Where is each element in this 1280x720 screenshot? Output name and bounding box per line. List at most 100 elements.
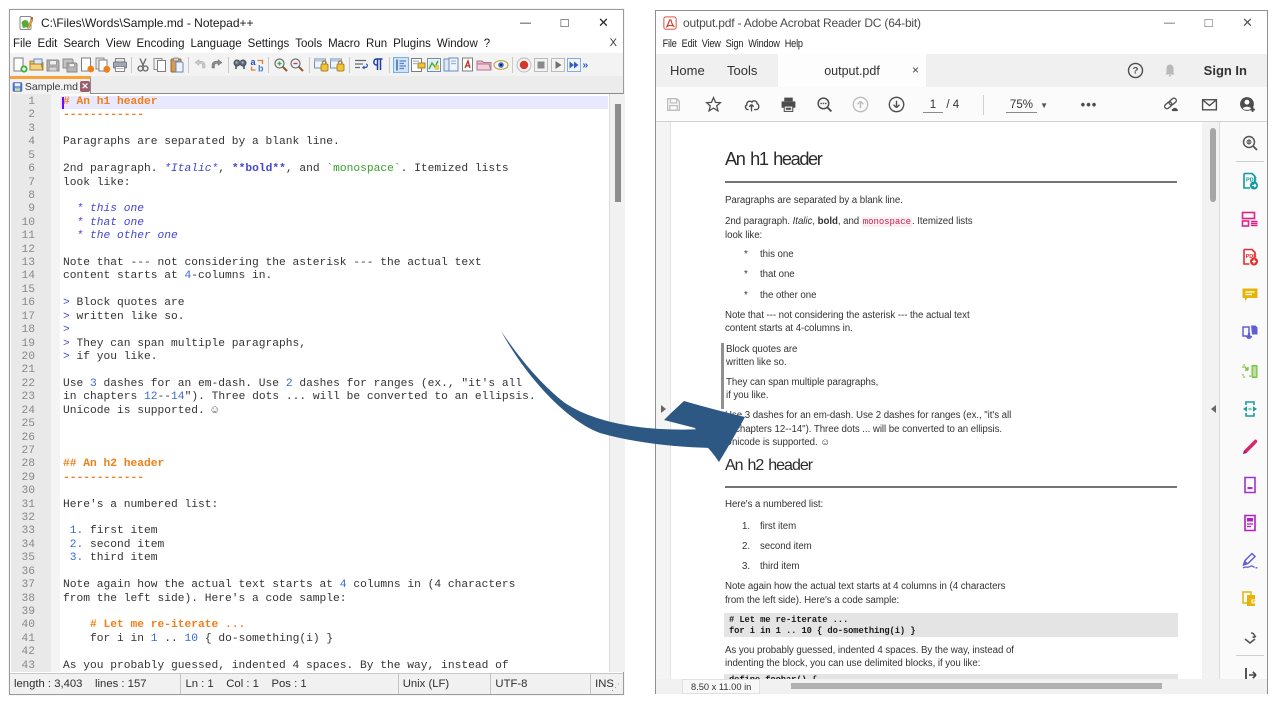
acrobat-titlebar[interactable]: output.pdf - Adobe Acrobat Reader DC (64…: [656, 11, 1267, 34]
menu-macro[interactable]: Macro: [325, 38, 363, 50]
scan-ocr-icon[interactable]: [1241, 362, 1259, 380]
redact-icon[interactable]: [1241, 476, 1259, 494]
menu-view[interactable]: View: [699, 38, 723, 50]
paste-icon[interactable]: [169, 57, 185, 73]
search-icon[interactable]: [816, 87, 833, 122]
view-eye-icon[interactable]: [493, 57, 509, 73]
save-all-icon[interactable]: [62, 57, 78, 73]
tab-close-icon[interactable]: ✕: [80, 81, 90, 92]
horizontal-scrollbar-thumb[interactable]: [791, 683, 1162, 689]
maximize-button[interactable]: □: [1189, 11, 1228, 34]
menu-help[interactable]: ?: [481, 38, 493, 50]
favorite-star-icon[interactable]: [704, 87, 723, 122]
more-tools-icon[interactable]: [1241, 628, 1259, 646]
save-icon[interactable]: [665, 87, 682, 122]
find-icon[interactable]: [232, 57, 248, 73]
new-file-icon[interactable]: [12, 57, 28, 73]
minimize-button[interactable]: —: [1150, 11, 1189, 34]
next-page-icon[interactable]: [888, 87, 905, 122]
share-link-icon[interactable]: [1161, 87, 1180, 122]
menu-edit[interactable]: Edit: [679, 38, 699, 50]
comment-icon[interactable]: [1241, 286, 1259, 304]
export-pdf-icon[interactable]: PDF: [1241, 172, 1259, 190]
page-number-indicator[interactable]: 1 / 4: [918, 87, 964, 122]
menu-tools[interactable]: Tools: [292, 38, 325, 50]
create-pdf-icon[interactable]: PDF: [1241, 248, 1259, 266]
notepadpp-titlebar[interactable]: C:\Files\Words\Sample.md - Notepad++ — □…: [10, 10, 623, 35]
menu-encoding[interactable]: Encoding: [134, 38, 188, 50]
search-zoom-icon[interactable]: [1241, 134, 1259, 152]
zoom-dropdown-caret[interactable]: ▼: [1040, 101, 1048, 110]
page-number-input[interactable]: 1: [923, 99, 943, 113]
organize-pages-icon[interactable]: [1241, 210, 1259, 228]
sync-scroll-h-icon[interactable]: [329, 57, 345, 73]
fill-sign-icon[interactable]: [1241, 438, 1259, 456]
word-wrap-icon[interactable]: [353, 57, 369, 73]
menu-file[interactable]: File: [660, 38, 679, 50]
menu-language[interactable]: Language: [187, 38, 244, 50]
macro-run-multiple-icon[interactable]: [566, 57, 582, 73]
combine-files-icon[interactable]: [1241, 324, 1259, 342]
close-file-icon[interactable]: [79, 57, 95, 73]
copy-icon[interactable]: [152, 57, 168, 73]
tab-output-pdf[interactable]: output.pdf ×: [778, 54, 926, 87]
menu-close-document[interactable]: X: [610, 37, 617, 49]
menu-window[interactable]: Window: [746, 38, 782, 50]
email-icon[interactable]: [1201, 87, 1218, 122]
previous-page-icon[interactable]: [852, 87, 869, 122]
menu-help[interactable]: Help: [782, 38, 805, 50]
scrollbar-thumb[interactable]: [615, 104, 621, 202]
toolbar-overflow-chevron[interactable]: »: [582, 59, 588, 71]
request-signatures-icon[interactable]: [1241, 552, 1259, 570]
show-symbols-icon[interactable]: [370, 57, 386, 73]
macro-record-icon[interactable]: [516, 57, 532, 73]
bell-icon[interactable]: [1162, 62, 1178, 79]
tab-home[interactable]: Home: [670, 54, 705, 87]
redo-icon[interactable]: [209, 57, 225, 73]
menu-file[interactable]: File: [10, 38, 35, 50]
tab-tools[interactable]: Tools: [727, 54, 757, 87]
macro-stop-icon[interactable]: [533, 57, 549, 73]
macro-play-icon[interactable]: [550, 57, 566, 73]
close-button[interactable]: ✕: [1228, 11, 1267, 34]
doc-map-icon[interactable]: [426, 57, 442, 73]
zoom-out-icon[interactable]: [289, 57, 305, 73]
indent-guide-icon[interactable]: [393, 57, 409, 73]
more-tools-ellipsis[interactable]: •••: [1074, 87, 1104, 122]
sign-in-button[interactable]: Sign In: [1204, 63, 1247, 78]
menu-view[interactable]: View: [103, 38, 134, 50]
maximize-button[interactable]: □: [545, 10, 584, 35]
resize-grip[interactable]: ⋰: [611, 682, 621, 692]
menu-plugins[interactable]: Plugins: [390, 38, 434, 50]
menu-window[interactable]: Window: [434, 38, 481, 50]
save-icon[interactable]: [45, 57, 61, 73]
compress-pdf-icon[interactable]: [1241, 400, 1259, 418]
open-tools-pane-icon[interactable]: [1241, 666, 1259, 679]
send-comments-icon[interactable]: [1241, 590, 1259, 608]
zoom-in-icon[interactable]: [273, 57, 289, 73]
close-button[interactable]: ✕: [584, 10, 623, 35]
tab-sample-md[interactable]: Sample.md ✕: [10, 76, 91, 94]
menu-settings[interactable]: Settings: [245, 38, 293, 50]
help-circle-icon[interactable]: ?: [1127, 62, 1144, 79]
doc-switcher-icon[interactable]: [443, 57, 459, 73]
doc-tab-close-icon[interactable]: ×: [912, 64, 919, 76]
minimize-button[interactable]: —: [506, 10, 545, 35]
open-folder-icon[interactable]: [29, 57, 45, 73]
menu-search[interactable]: Search: [60, 38, 102, 50]
scrollbar-thumb[interactable]: [1210, 128, 1216, 202]
print-icon[interactable]: [780, 87, 797, 122]
zoom-level-value[interactable]: 75%: [1006, 99, 1037, 113]
account-icon[interactable]: [1239, 87, 1256, 122]
zoom-control[interactable]: 75% ▼: [998, 87, 1056, 122]
cut-icon[interactable]: [135, 57, 151, 73]
menu-run[interactable]: Run: [363, 38, 390, 50]
upload-cloud-icon[interactable]: [742, 87, 761, 122]
export-pdf-npp-icon[interactable]: [460, 57, 476, 73]
project-folder-icon[interactable]: [476, 57, 492, 73]
menu-edit[interactable]: Edit: [35, 38, 61, 50]
sync-scroll-v-icon[interactable]: [313, 57, 329, 73]
close-all-icon[interactable]: [95, 57, 111, 73]
print-icon[interactable]: [112, 57, 128, 73]
pdf-vertical-scrollbar[interactable]: [1202, 122, 1219, 679]
